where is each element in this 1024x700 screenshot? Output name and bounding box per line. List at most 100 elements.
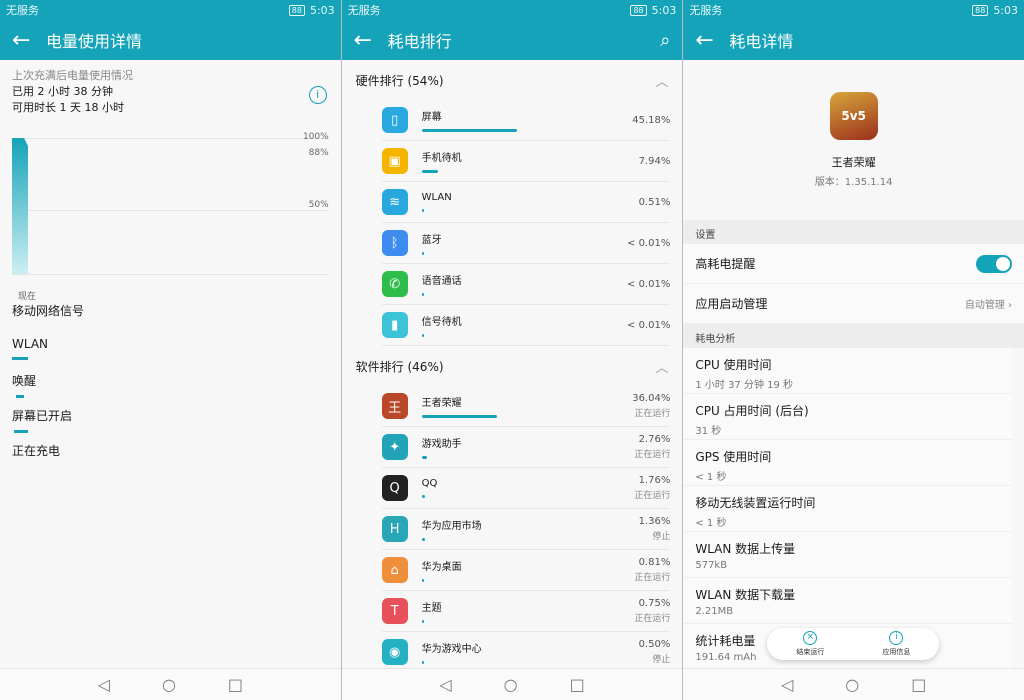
launch-management-row[interactable]: 应用启动管理 自动管理 › <box>683 284 1024 324</box>
status-bar: 无服务 88 5:03 <box>0 0 341 20</box>
analysis-label: CPU 占用时间 (后台) <box>695 404 809 418</box>
list-item[interactable]: H 华为应用市场 1.36% 停止 <box>381 509 671 550</box>
game-assistant-icon: ✦ <box>381 434 408 460</box>
usage-bar <box>421 252 424 255</box>
item-values: 0.51% <box>639 197 671 208</box>
analysis-value: < 1 秒 <box>695 518 727 529</box>
app-header: 5v5 王者荣耀 版本：1.35.1.14 <box>683 60 1024 220</box>
battery-indicator: 88 <box>288 4 305 16</box>
item-values: < 0.01% <box>627 279 670 290</box>
search-icon[interactable]: ⌕ <box>660 30 670 51</box>
battery-indicator: 88 <box>972 4 989 16</box>
item-percent: < 0.01% <box>627 237 671 249</box>
item-values: 0.81% 正在运行 <box>634 557 670 583</box>
list-item[interactable]: T 主题 0.75% 正在运行 <box>381 591 671 632</box>
back-arrow-icon[interactable]: ← <box>12 28 46 53</box>
page-title: 电量使用详情 <box>46 32 143 51</box>
chevron-up-icon[interactable]: ︿ <box>655 71 668 90</box>
usage-item[interactable]: 唤醒 <box>12 372 329 407</box>
list-item[interactable]: ≋ WLAN 0.51% <box>381 182 671 223</box>
home-nav-icon[interactable]: ○ <box>845 675 859 694</box>
item-values: 0.75% 正在运行 <box>634 598 670 624</box>
item-body: QQ <box>408 478 635 498</box>
grid-line <box>12 274 329 275</box>
item-percent: 45.18% <box>632 114 671 126</box>
usage-bar <box>421 209 424 212</box>
usage-bar <box>12 357 28 360</box>
item-name: 王者荣耀 <box>421 398 462 409</box>
software-list: 王王者荣耀 36.04% 正在运行 ✦ 游戏助手 2.76% 正在运行 Q QQ 1.76% 正在运… <box>341 386 683 673</box>
software-section-title: 软件排行 (46%) <box>355 359 444 374</box>
list-item[interactable]: ⌂ 华为桌面 0.81% 正在运行 <box>381 550 671 591</box>
usage-bar <box>421 293 424 296</box>
analysis-row: CPU 占用时间 (后台) 31 秒 <box>683 394 1013 440</box>
back-arrow-icon[interactable]: ← <box>354 28 388 53</box>
usage-summary: 上次充满后电量使用情况 已用 2 小时 38 分钟 可用时长 1 天 18 小时… <box>0 60 341 124</box>
software-section-header[interactable]: 软件排行 (46%) ︿ <box>341 346 683 386</box>
item-status: 停止 <box>652 655 671 665</box>
usage-bar <box>421 456 428 459</box>
back-nav-icon[interactable]: ◁ <box>781 675 793 694</box>
back-nav-icon[interactable]: ◁ <box>98 675 110 694</box>
analysis-row: WLAN 数据下载量 2.21MB <box>683 578 1013 624</box>
usage-item[interactable]: 移动网络信号 <box>12 302 329 337</box>
item-name: 游戏助手 <box>421 439 462 450</box>
chevron-right-icon: › <box>1008 300 1013 311</box>
app-info-button[interactable]: i 应用信息 <box>882 631 910 657</box>
recents-nav-icon[interactable]: □ <box>570 675 585 694</box>
home-nav-icon[interactable]: ○ <box>504 675 518 694</box>
clock: 5:03 <box>993 3 1019 17</box>
info-icon: i <box>889 631 904 645</box>
usage-bar <box>421 495 426 498</box>
list-item[interactable]: ✆ 语音通话 < 0.01% <box>381 264 671 305</box>
recents-nav-icon[interactable]: □ <box>228 675 243 694</box>
hardware-list: ▯ 屏幕 45.18% ▣ 手机待机 7.94% ≋ WLAN 0.51% ᛒ 蓝牙 < 0.01% ✆… <box>341 100 683 346</box>
high-power-alert-toggle[interactable] <box>976 254 1013 273</box>
list-item[interactable]: ▣ 手机待机 7.94% <box>381 141 671 182</box>
usage-item[interactable]: WLAN <box>12 337 329 372</box>
item-status: 正在运行 <box>634 450 671 460</box>
item-body: 王者荣耀 <box>408 394 633 418</box>
high-power-alert-row[interactable]: 高耗电提醒 <box>683 244 1024 284</box>
item-percent: 7.94% <box>638 155 671 167</box>
end-run-button[interactable]: × 结束运行 <box>796 631 824 657</box>
game-app-icon: 王 <box>381 393 408 419</box>
item-values: 36.04% 正在运行 <box>632 393 670 419</box>
grid-line <box>12 210 329 211</box>
analysis-row: 移动无线装置运行时间 < 1 秒 <box>683 486 1013 532</box>
recents-nav-icon[interactable]: □ <box>911 675 926 694</box>
back-arrow-icon[interactable]: ← <box>695 28 729 53</box>
item-values: < 0.01% <box>627 238 670 249</box>
usage-bar <box>16 395 24 398</box>
item-body: WLAN <box>408 192 639 212</box>
list-item[interactable]: 王 王者荣耀 36.04% 正在运行 <box>381 386 671 427</box>
now-label: 现在 <box>18 292 37 302</box>
item-name: QQ <box>421 478 438 489</box>
analysis-label: WLAN 数据上传量 <box>695 542 796 556</box>
list-item[interactable]: ✦ 游戏助手 2.76% 正在运行 <box>381 427 671 468</box>
usage-item[interactable]: 屏幕已开启 <box>12 407 329 442</box>
carrier-text: 无服务 <box>6 4 39 17</box>
app-bar: ← 耗电排行 ⌕ <box>341 20 683 60</box>
list-item[interactable]: ◉ 华为游戏中心 0.50% 停止 <box>381 632 671 673</box>
list-item[interactable]: ▯ 屏幕 45.18% <box>381 100 671 141</box>
item-percent: < 0.01% <box>627 278 671 290</box>
info-icon[interactable]: i <box>308 86 327 104</box>
grid-line <box>12 138 329 139</box>
usage-item[interactable]: 正在充电 <box>12 442 329 477</box>
usage-bar <box>14 430 28 433</box>
item-status: 正在运行 <box>634 491 671 501</box>
home-nav-icon[interactable]: ○ <box>162 675 176 694</box>
list-item[interactable]: Q QQ 1.76% 正在运行 <box>381 468 671 509</box>
chevron-up-icon[interactable]: ︿ <box>655 357 668 376</box>
hardware-section-header[interactable]: 硬件排行 (54%) ︿ <box>341 60 683 100</box>
list-item[interactable]: ▮ 信号待机 < 0.01% <box>381 305 671 346</box>
analysis-row: GPS 使用时间 < 1 秒 <box>683 440 1013 486</box>
clock: 5:03 <box>651 3 677 17</box>
item-values: 1.36% 停止 <box>639 516 671 542</box>
back-nav-icon[interactable]: ◁ <box>439 675 451 694</box>
analysis-label: WLAN 数据下载量 <box>695 588 796 602</box>
battery-graph: 100% 88% 50% 现在 <box>12 130 329 302</box>
list-item[interactable]: ᛒ 蓝牙 < 0.01% <box>381 223 671 264</box>
item-body: 信号待机 <box>408 313 627 337</box>
